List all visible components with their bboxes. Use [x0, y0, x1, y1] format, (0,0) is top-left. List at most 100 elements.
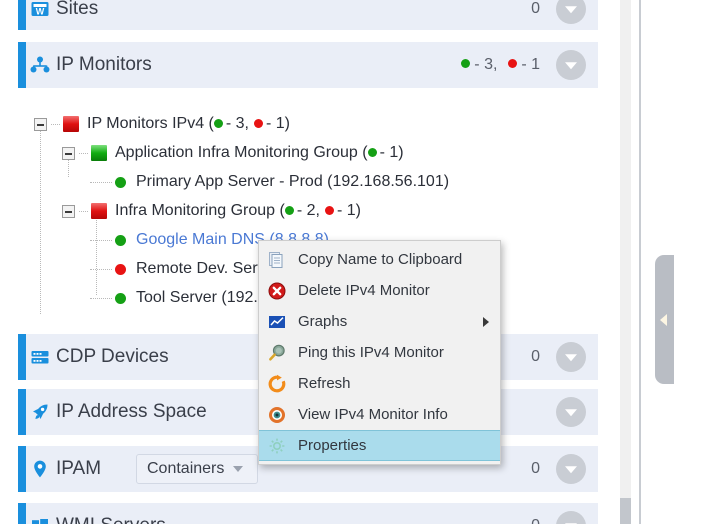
chevron-down-icon	[233, 466, 244, 472]
sites-icon: W	[30, 0, 50, 19]
tree-node[interactable]: Infra Monitoring Group ( - 2, - 1)	[62, 197, 361, 225]
menu-item-ping-this-ipv4-monitor[interactable]: Ping this IPv4 Monitor	[259, 337, 500, 368]
context-menu: Copy Name to Clipboard Delete IPv4 Monit…	[258, 240, 501, 465]
menu-item-label: Refresh	[298, 375, 351, 392]
delete-icon	[267, 281, 287, 301]
menu-item-graphs[interactable]: Graphs	[259, 306, 500, 337]
ping-icon	[267, 343, 287, 363]
chevron-down-icon-wmi-servers[interactable]	[556, 511, 586, 524]
status-dot-red	[324, 205, 334, 215]
menu-item-label: View IPv4 Monitor Info	[298, 406, 448, 423]
tree-node[interactable]: Primary App Server - Prod (192.168.56.10…	[90, 168, 449, 196]
right-pane	[641, 0, 709, 524]
scrollbar-thumb[interactable]	[620, 498, 631, 524]
menu-item-label: Delete IPv4 Monitor	[298, 282, 430, 299]
tree-node-count-green: - 1)	[379, 144, 404, 161]
panel-count-sites: 0	[531, 0, 540, 17]
menu-item-properties[interactable]: Properties	[259, 430, 500, 461]
tree-node[interactable]: Application Infra Monitoring Group ( - 1…	[62, 139, 404, 167]
status-square-red	[63, 116, 79, 132]
panel-title-cdp-devices: CDP Devices	[56, 346, 169, 367]
tree-node[interactable]: IP Monitors IPv4 ( - 3, - 1)	[34, 110, 290, 138]
panel-count-ipam: 0	[531, 460, 540, 477]
tree-connector	[90, 297, 112, 299]
chevron-down-icon-cdp-devices[interactable]	[556, 342, 586, 372]
menu-item-label: Copy Name to Clipboard	[298, 251, 463, 268]
panel-accent-bar	[18, 503, 26, 524]
status-dot-green	[460, 59, 470, 69]
menu-item-view-ipv4-monitor-info[interactable]: View IPv4 Monitor Info	[259, 399, 500, 430]
tree-expander-icon[interactable]	[62, 204, 75, 218]
tree-guide-line	[40, 120, 41, 314]
panel-accent-bar	[18, 334, 26, 380]
status-dot-green	[367, 147, 377, 157]
copy-icon	[267, 250, 287, 270]
status-dot-green	[115, 292, 126, 304]
containers-dropdown-value: Containers	[147, 460, 225, 477]
windows-icon	[30, 516, 50, 524]
tree-node-count-red: - 1)	[265, 115, 290, 132]
tree-node-label: Primary App Server - Prod (192.168.56.10…	[136, 173, 450, 190]
status-dot-green	[284, 205, 294, 215]
panel-accent-bar	[18, 446, 26, 492]
status-dot-red	[507, 59, 517, 69]
panel-sites[interactable]: W Sites 0	[18, 0, 598, 30]
menu-item-delete-ipv4-monitor[interactable]: Delete IPv4 Monitor	[259, 275, 500, 306]
menu-item-label: Properties	[298, 437, 367, 454]
panel-count-red: - 1	[521, 56, 540, 73]
containers-dropdown[interactable]: Containers	[136, 454, 258, 484]
status-square-green	[91, 145, 107, 161]
panel-wmi-servers[interactable]: WMI Servers 0	[18, 503, 598, 524]
tree-node-count-red: - 1)	[336, 202, 361, 219]
submenu-arrow-icon	[483, 316, 489, 327]
tree-node-count-green: - 2,	[296, 202, 320, 219]
panel-accent-bar	[18, 42, 26, 88]
status-dot-green	[213, 118, 223, 128]
tree-node-label: IP Monitors IPv4 (	[87, 115, 214, 132]
ip-monitors-icon	[30, 55, 50, 75]
panel-count-green: - 3,	[474, 56, 498, 73]
svg-text:W: W	[36, 7, 45, 17]
scrollbar-track[interactable]	[620, 0, 631, 524]
status-dot-green	[115, 176, 126, 188]
status-dot-red	[253, 118, 263, 128]
tree-expander-icon[interactable]	[34, 117, 47, 131]
tree-connector	[90, 268, 112, 270]
gear-icon	[267, 436, 287, 456]
refresh-icon	[267, 374, 287, 394]
chevron-left-icon	[660, 313, 667, 326]
panel-title-wmi-servers: WMI Servers	[56, 515, 166, 524]
graphs-icon	[267, 312, 287, 332]
panel-title-ip-monitors: IP Monitors	[56, 54, 152, 75]
chevron-down-icon-ip-address-space[interactable]	[556, 397, 586, 427]
panel-ip-monitors[interactable]: IP Monitors - 3, - 1	[18, 42, 598, 88]
chevron-down-icon-ip-monitors[interactable]	[556, 50, 586, 80]
panel-title-ipam: IPAM	[56, 458, 102, 479]
rocket-icon	[30, 402, 50, 422]
view-info-icon	[267, 405, 287, 425]
chevron-down-icon-ipam[interactable]	[556, 454, 586, 484]
status-dot-red	[115, 263, 126, 275]
chevron-down-icon-sites[interactable]	[556, 0, 586, 24]
panel-count-cdp-devices: 0	[531, 348, 540, 365]
panel-title-sites: Sites	[56, 0, 99, 19]
menu-item-label: Graphs	[298, 313, 348, 330]
menu-item-refresh[interactable]: Refresh	[259, 368, 500, 399]
menu-item-copy-name-to-clipboard[interactable]: Copy Name to Clipboard	[259, 244, 500, 275]
tree-expander-icon[interactable]	[62, 146, 75, 160]
tree-connector	[79, 152, 88, 154]
tree-node-count-green: - 3,	[225, 115, 249, 132]
tree-node-label: Infra Monitoring Group (	[115, 202, 285, 219]
tree-connector	[51, 123, 60, 125]
tree-connector	[90, 181, 112, 183]
tree-node-label: Application Infra Monitoring Group (	[115, 144, 368, 161]
panel-count-wmi-servers: 0	[531, 517, 540, 524]
tree-connector	[90, 239, 112, 241]
panel-accent-bar	[18, 0, 26, 30]
panel-accent-bar	[18, 389, 26, 435]
map-pin-icon	[30, 459, 50, 479]
tree-connector	[79, 210, 88, 212]
collapse-panel-handle[interactable]	[655, 255, 674, 384]
menu-item-label: Ping this IPv4 Monitor	[298, 344, 444, 361]
status-dot-green	[115, 234, 126, 246]
